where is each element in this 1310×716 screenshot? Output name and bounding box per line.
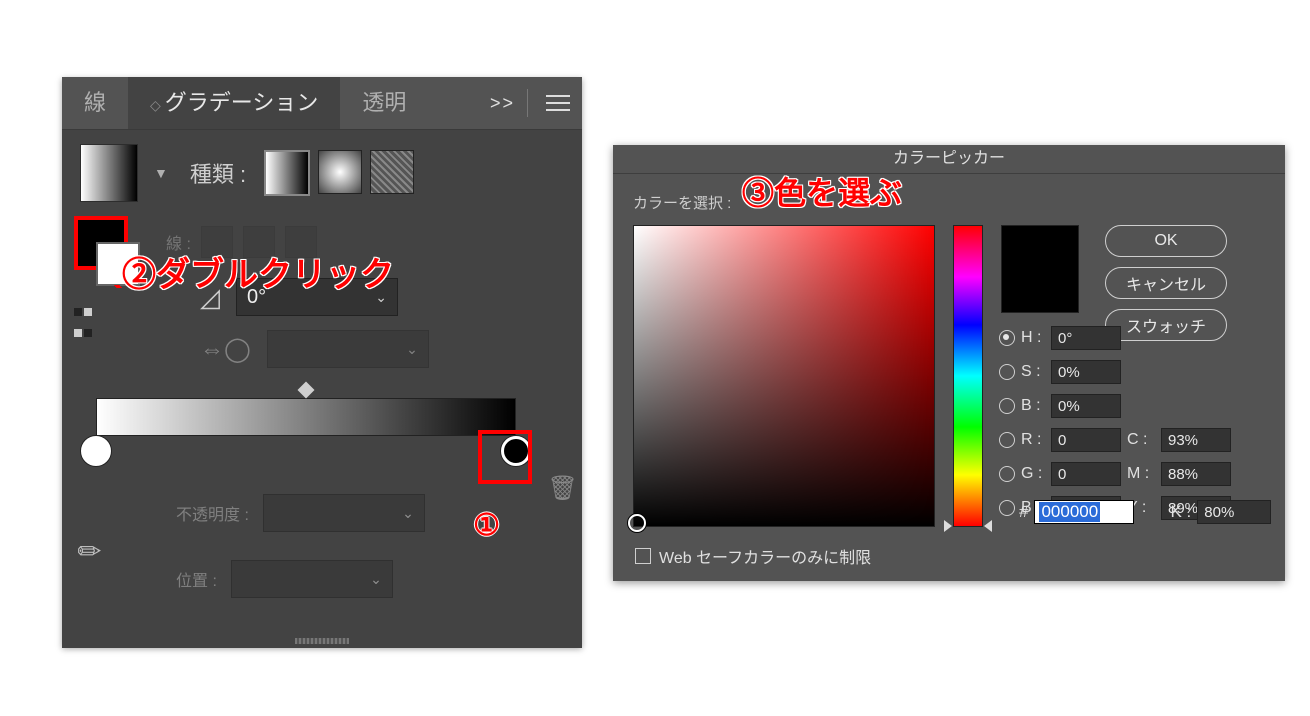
label-c: C : [1127,431,1155,449]
position-label: 位置 : [176,567,217,591]
type-label: 種類 : [190,157,246,189]
tab-dropdown-icon: ◇ [150,97,161,113]
hue-slider-thumb[interactable] [944,520,992,532]
eyedropper-icon[interactable]: ✎ [70,532,110,572]
ok-button[interactable]: OK [1105,225,1227,257]
hue-slider[interactable] [953,225,983,527]
chevron-down-icon[interactable]: ⌄ [370,571,382,588]
chevron-down-icon[interactable]: ⌄ [406,341,418,358]
annotation-3: ③色を選ぶ [742,168,902,214]
tab-gradient[interactable]: ◇グラデーション [128,77,340,129]
position-field[interactable]: ⌄ [231,560,393,598]
field-hex[interactable]: 000000 [1034,500,1134,524]
label-k: K : [1170,502,1191,522]
panel-expand-icon[interactable]: >> [484,93,521,114]
gradient-bar[interactable] [96,398,516,436]
label-b: B : [1021,397,1045,415]
tab-transparency[interactable]: 透明 [340,77,428,129]
hex-value: 000000 [1039,502,1100,522]
radio-r[interactable] [999,432,1015,448]
reverse-gradient-button[interactable] [74,300,92,342]
radio-g[interactable] [999,466,1015,482]
label-g: G : [1021,465,1045,483]
label-r: R : [1021,431,1045,449]
gradient-stop-right[interactable] [501,436,531,466]
aspect-field[interactable]: ⌄ [267,330,429,368]
field-k[interactable]: 80% [1197,500,1271,524]
radio-s[interactable] [999,364,1015,380]
field-g[interactable]: 0 [1051,462,1121,486]
websafe-checkbox[interactable] [635,548,651,564]
aspect-ratio-icon: ⇔◯ [200,335,251,364]
chevron-down-icon[interactable]: ⌄ [402,505,414,522]
saturation-value-area[interactable] [633,225,935,527]
panel-resize-grip[interactable] [295,638,349,644]
gradient-slider[interactable] [96,398,516,466]
gradient-midpoint-marker[interactable] [298,382,315,399]
annotation-2: ②ダブルクリック [122,247,394,296]
panel-menu-icon[interactable] [534,90,582,116]
field-b[interactable]: 0% [1051,394,1121,418]
label-hex: # [1019,502,1028,522]
gradient-preview-swatch[interactable] [80,144,138,202]
gradient-panel: 線 ◇グラデーション 透明 >> ▼ 種類 : [62,77,582,647]
field-m[interactable]: 88% [1161,462,1231,486]
radio-h[interactable] [999,330,1015,346]
tab-gradient-label: グラデーション [165,90,319,115]
color-preview-swatch [1001,225,1079,313]
gradient-stop-left[interactable] [81,436,111,466]
field-s[interactable]: 0% [1051,360,1121,384]
field-r[interactable]: 0 [1051,428,1121,452]
websafe-label: Web セーフカラーのみに制限 [659,544,871,568]
sv-picker-marker[interactable] [628,514,646,532]
type-freeform-button[interactable] [370,150,414,194]
label-h: H : [1021,329,1045,347]
type-radial-button[interactable] [318,150,362,194]
field-c[interactable]: 93% [1161,428,1231,452]
color-picker-dialog: カラーピッカー カラーを選択 : OK キャンセル スウォッチ [613,145,1285,581]
panel-tabs: 線 ◇グラデーション 透明 >> [62,77,582,130]
select-color-prompt: カラーを選択 : [633,195,731,212]
field-h[interactable]: 0° [1051,326,1121,350]
label-m: M : [1127,465,1155,483]
radio-b[interactable] [999,398,1015,414]
label-s: S : [1021,363,1045,381]
cancel-button[interactable]: キャンセル [1105,267,1227,299]
type-linear-button[interactable] [264,150,310,196]
opacity-label: 不透明度 : [176,501,249,525]
chevron-down-icon[interactable]: ▼ [154,165,168,181]
dialog-title: カラーピッカー [613,145,1285,174]
color-values-grid: H : 0° S : 0% B : 0% R : 0 C : 93% G : 0… [999,326,1231,520]
gradient-panel-body: ▼ 種類 : 線 : ◿ 0° ⌄ [62,130,582,648]
tab-stroke[interactable]: 線 [62,77,128,129]
divider [527,89,528,117]
opacity-field[interactable]: ⌄ [263,494,425,532]
